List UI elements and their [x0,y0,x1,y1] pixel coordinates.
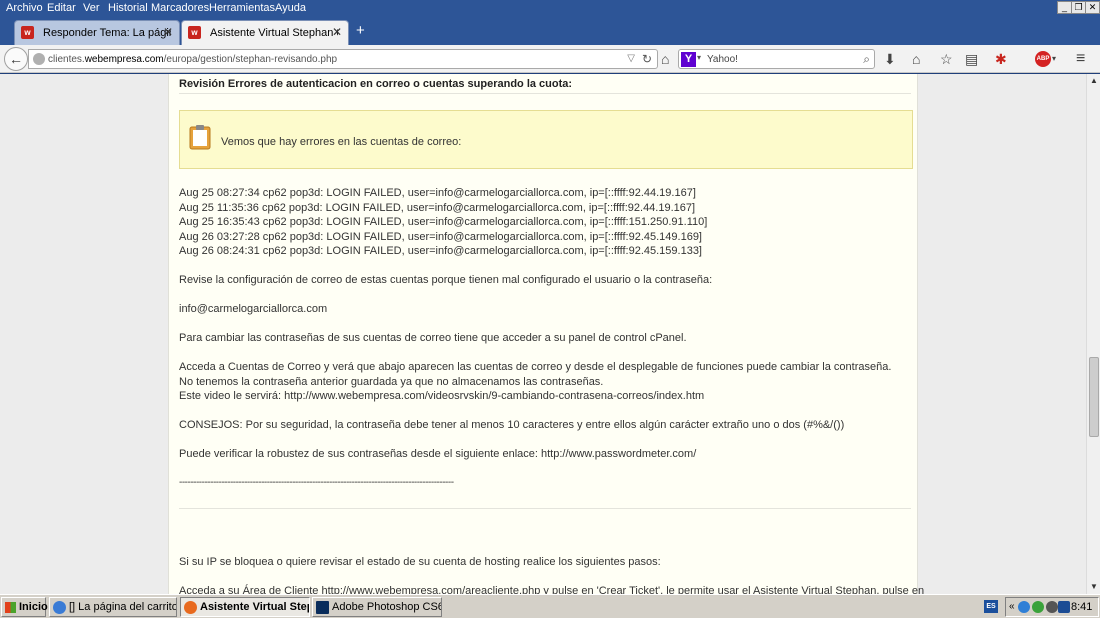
home-icon[interactable]: ⌂ [912,50,920,68]
back-arrow-icon[interactable]: ← [4,47,28,71]
no-saved-password-text: No tenemos la contraseña anterior guarda… [179,376,604,388]
notice-box: Vemos que hay errores en las cuentas de … [179,110,913,169]
browser-icon [53,601,66,614]
tips-text: CONSEJOS: Por su seguridad, la contraseñ… [179,419,845,431]
dashed-separator: ----------------------------------------… [179,477,454,488]
language-indicator[interactable]: ES [984,600,998,613]
ip-block-text: Si su IP se bloquea o quiere revisar el … [179,556,661,568]
tray-security-icon[interactable] [1032,601,1044,613]
divider [179,508,911,509]
system-tray: « 8:41 [1005,597,1099,617]
menu-historial[interactable]: Historial [108,2,148,14]
clipboard-icon [189,125,211,150]
taskbar-button-label: [] La página del carrito s... [69,601,177,613]
review-text: Revise la configuración de correo de est… [179,274,713,286]
page-heading: Revisión Errores de autenticacion en cor… [179,78,573,90]
windows-logo-icon [5,602,16,613]
tab-responder-tema[interactable]: w Responder Tema: La página d... ✕ [14,20,180,45]
log-line: Aug 25 16:35:43 cp62 pop3d: LOGIN FAILED… [179,216,708,228]
search-engine-dropdown-icon[interactable]: ▾ [697,53,701,62]
yahoo-icon[interactable]: Y [681,52,696,67]
bookmark-star-icon[interactable]: ☆ [940,50,953,68]
search-placeholder: Yahoo! [707,54,738,65]
feed-icon[interactable]: ⌂ [661,50,669,68]
taskbar: Inicio [] La página del carrito s... Asi… [0,594,1100,618]
tab-title: Asistente Virtual Stephan 0.4 ... [210,27,338,39]
menu-herramientas[interactable]: Herramientas [209,2,275,14]
vertical-scrollbar[interactable]: ▲ ▼ [1086,74,1100,594]
scroll-up-icon[interactable]: ▲ [1087,74,1100,88]
tray-volume-icon[interactable] [1046,601,1058,613]
minimize-button[interactable]: _ [1057,1,1072,14]
photoshop-icon [316,601,329,614]
taskbar-button-asistente[interactable]: Asistente Virtual Step... [180,597,310,617]
navigation-bar: ← clientes.webempresa.com/europa/gestion… [0,45,1100,73]
url-dropdown-icon[interactable]: ▽ [627,53,635,64]
url-bar[interactable]: clientes.webempresa.com/europa/gestion/s… [28,49,658,69]
menu-ver[interactable]: Ver [83,2,100,14]
tab-strip: w Responder Tema: La página d... ✕ w Asi… [0,17,1100,45]
change-password-text: Para cambiar las contraseñas de sus cuen… [179,332,687,344]
log-line: Aug 26 03:27:28 cp62 pop3d: LOGIN FAILED… [179,231,702,243]
menu-archivo[interactable]: Archivo [6,2,43,14]
reload-icon[interactable]: ↻ [642,52,652,66]
download-icon[interactable]: ⬇ [884,50,896,68]
taskbar-button-label: Adobe Photoshop CS6 [332,601,442,613]
start-label: Inicio [19,601,48,613]
taskbar-button-photoshop[interactable]: Adobe Photoshop CS6 [312,597,442,617]
adblock-icon[interactable]: ABP [1035,51,1051,67]
hamburger-menu-icon[interactable]: ≡ [1076,50,1085,68]
log-line: Aug 26 08:24:31 cp62 pop3d: LOGIN FAILED… [179,245,702,257]
divider [179,93,911,94]
verify-link-text: Puede verificar la robustez de sus contr… [179,448,697,460]
client-area-text: Acceda a su Área de Cliente http://www.w… [179,585,925,594]
url-text: clientes.webempresa.com/europa/gestion/s… [48,54,338,65]
log-line: Aug 25 08:27:34 cp62 pop3d: LOGIN FAILED… [179,187,696,199]
account-email: info@carmelogarciallorca.com [179,303,328,315]
firefox-icon [184,601,197,614]
notice-text: Vemos que hay errores en las cuentas de … [221,136,462,148]
tray-expand-icon[interactable]: « [1009,601,1015,612]
content-panel: Revisión Errores de autenticacion en cor… [168,74,924,594]
log-line: Aug 25 11:35:36 cp62 pop3d: LOGIN FAILED… [179,202,696,214]
new-tab-icon[interactable]: + [356,22,365,39]
bookmarks-menu-icon[interactable]: ▤ [965,50,978,68]
page-viewport: Revisión Errores de autenticacion en cor… [0,74,1086,594]
taskbar-button-label: Asistente Virtual Step... [200,601,309,613]
tray-app-icon[interactable] [1058,601,1070,613]
start-button[interactable]: Inicio [1,597,48,617]
tab-close-icon[interactable]: ✕ [332,25,342,39]
taskbar-button-carrito[interactable]: [] La página del carrito s... [49,597,177,617]
scroll-down-icon[interactable]: ▼ [1087,580,1100,594]
video-link-text: Este video le servirá: http://www.webemp… [179,390,705,402]
clock[interactable]: 8:41 [1071,601,1092,613]
menu-ayuda[interactable]: Ayuda [275,2,306,14]
scrollbar-thumb[interactable] [1089,357,1099,437]
site-identity-icon[interactable] [33,53,45,65]
webempresa-favicon-icon: w [188,26,201,39]
access-accounts-text: Acceda a Cuentas de Correo y verá que ab… [179,361,892,373]
menu-bar: Archivo Editar Ver Historial Marcadores … [0,0,1100,17]
addon-icon[interactable]: ✱ [995,50,1007,68]
tab-title: Responder Tema: La página d... [43,27,171,39]
restore-button[interactable]: ❐ [1071,1,1086,14]
menu-editar[interactable]: Editar [47,2,76,14]
webempresa-favicon-icon: w [21,26,34,39]
tab-asistente-virtual[interactable]: w Asistente Virtual Stephan 0.4 ... ✕ [181,20,349,45]
tab-close-icon[interactable]: ✕ [163,25,173,39]
search-icon[interactable]: ⌕ [863,52,870,67]
tray-network-icon[interactable] [1018,601,1030,613]
menu-marcadores[interactable]: Marcadores [151,2,209,14]
close-window-button[interactable]: ✕ [1085,1,1100,14]
search-bar[interactable]: Y ▾ Yahoo! ⌕ [678,49,875,69]
adblock-dropdown-icon[interactable]: ▾ [1052,50,1056,68]
